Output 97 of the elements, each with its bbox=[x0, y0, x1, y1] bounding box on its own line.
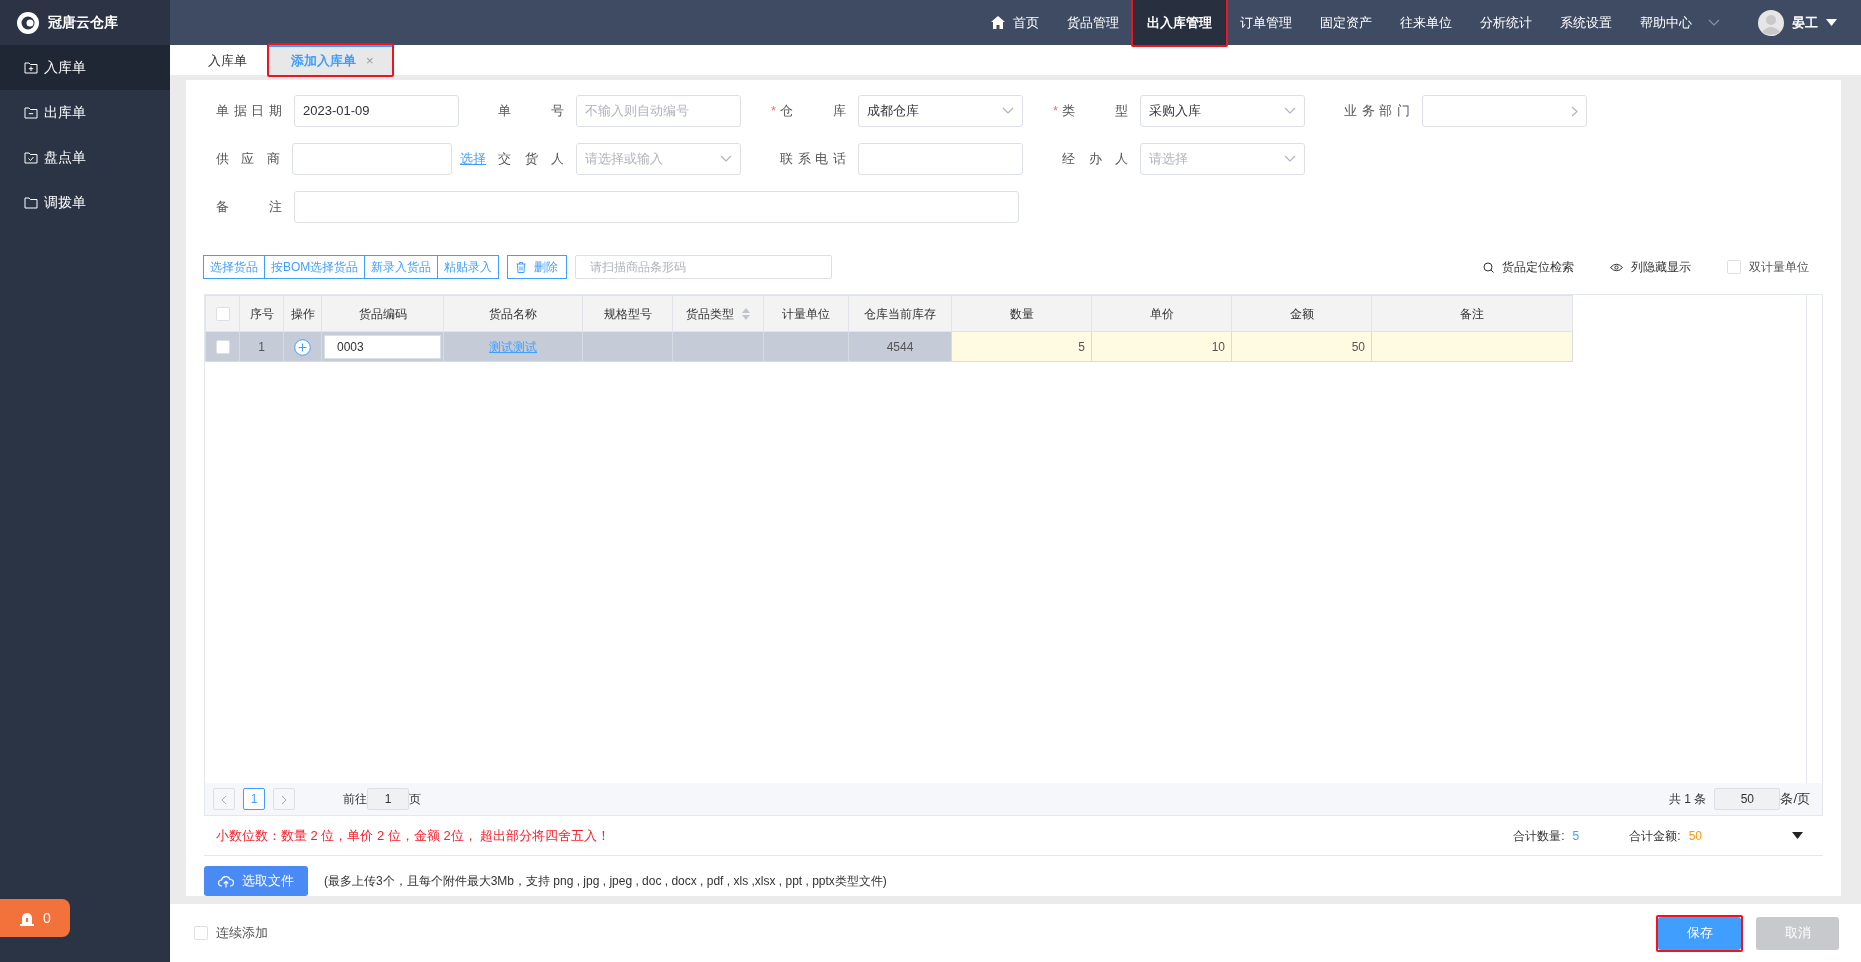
page-size-suffix: 条/页 bbox=[1780, 790, 1810, 809]
chevron-right-icon bbox=[281, 794, 287, 805]
cloud-upload-icon bbox=[218, 874, 234, 888]
field-label: 经办人 bbox=[1062, 150, 1128, 169]
goto-label: 前往 bbox=[343, 791, 367, 808]
nav-item[interactable]: 订单管理 bbox=[1226, 0, 1306, 45]
notice-text: 小数位数：数量 2 位，单价 2 位，金额 2位， 超出部分将四舍五入！ bbox=[216, 826, 611, 845]
folder-check-icon bbox=[24, 150, 38, 165]
app-name: 冠唐云仓库 bbox=[48, 13, 118, 32]
field-label: 单号 bbox=[498, 102, 564, 121]
input-field[interactable] bbox=[858, 143, 1023, 175]
column-header: 操作 bbox=[283, 295, 322, 332]
sidebar-item[interactable]: 盘点单 bbox=[0, 135, 170, 180]
toolbar-option[interactable]: 货品定位检索 bbox=[1483, 258, 1574, 276]
field-label: 交货人 bbox=[498, 150, 564, 169]
checkbox-label[interactable]: 连续添加 bbox=[216, 923, 268, 943]
table-cell: 10 bbox=[1091, 331, 1232, 362]
sidebar-item[interactable]: 出库单 bbox=[0, 90, 170, 135]
sidebar-item[interactable]: 调拨单 bbox=[0, 180, 170, 225]
folder-icon bbox=[24, 195, 38, 210]
field-label: 联系电话 bbox=[780, 150, 846, 169]
input-field[interactable] bbox=[291, 143, 452, 175]
checkbox[interactable] bbox=[215, 307, 230, 322]
column-header: 货品类型 bbox=[672, 295, 764, 332]
column-header: 规格型号 bbox=[582, 295, 673, 332]
nav-item[interactable]: 帮助中心 bbox=[1626, 0, 1734, 45]
column-header: 序号 bbox=[239, 295, 284, 332]
column-header: 备注 bbox=[1371, 295, 1573, 332]
required-mark: * bbox=[769, 102, 777, 121]
search-icon bbox=[1483, 261, 1494, 273]
column-header: 单价 bbox=[1091, 295, 1232, 332]
table-cell-input[interactable]: 0003 bbox=[324, 334, 441, 359]
avatar-icon bbox=[1758, 9, 1784, 36]
column-header: 数量 bbox=[951, 295, 1092, 332]
chevron-down-icon bbox=[1708, 18, 1720, 27]
nav-item[interactable]: 首页 bbox=[977, 0, 1053, 45]
select-field[interactable]: 采购入库 bbox=[1140, 95, 1305, 127]
toolbar-option[interactable]: 列隐藏显示 bbox=[1610, 258, 1691, 276]
column-header: 计量单位 bbox=[763, 295, 849, 332]
table-cell: 50 bbox=[1231, 331, 1372, 362]
chevron-down-icon bbox=[1284, 107, 1296, 115]
folder-minus-icon bbox=[24, 105, 38, 120]
add-icon bbox=[294, 338, 311, 356]
next-page-button[interactable] bbox=[273, 788, 295, 810]
table-cell: 4544 bbox=[848, 331, 952, 362]
chevron-down-icon bbox=[1284, 155, 1296, 163]
field-label: 仓库 bbox=[780, 102, 846, 121]
field-label: 类型 bbox=[1062, 102, 1128, 121]
select-field[interactable]: 成都仓库 bbox=[858, 95, 1023, 127]
alarm-light-icon bbox=[19, 910, 36, 926]
caret-down-icon bbox=[1792, 832, 1803, 839]
total-value: 50 bbox=[1688, 827, 1702, 845]
folder-plus-icon bbox=[24, 60, 38, 75]
total-label: 合计数量: bbox=[1513, 827, 1565, 845]
total-label: 合计金额: bbox=[1629, 827, 1681, 845]
nav-item[interactable]: 出入库管理 bbox=[1133, 0, 1226, 45]
column-header: 货品编码 bbox=[321, 295, 444, 332]
checkbox-label[interactable]: 双计量单位 bbox=[1749, 258, 1809, 276]
column-header: 货品名称 bbox=[443, 295, 583, 332]
page-size-input[interactable]: 50 bbox=[1714, 788, 1781, 810]
required-mark: * bbox=[1051, 102, 1059, 121]
nav-item[interactable]: 分析统计 bbox=[1466, 0, 1546, 45]
checkbox[interactable] bbox=[1727, 260, 1741, 274]
checkbox[interactable] bbox=[194, 926, 208, 940]
sort-icon bbox=[742, 308, 750, 321]
chevron-down-icon bbox=[720, 155, 732, 163]
sidebar-item[interactable]: 入库单 bbox=[0, 45, 170, 90]
chevron-left-icon bbox=[221, 794, 227, 805]
chevron-right-icon bbox=[1571, 105, 1578, 117]
nav-item[interactable]: 往来单位 bbox=[1386, 0, 1466, 45]
table-cell: 5 bbox=[951, 331, 1092, 362]
total-value: 5 bbox=[1572, 827, 1580, 845]
logo-icon bbox=[16, 10, 40, 35]
input-field[interactable]: 2023-01-09 bbox=[294, 95, 459, 127]
user-name[interactable]: 晏工 bbox=[1792, 12, 1818, 33]
eye-icon bbox=[1610, 262, 1623, 272]
column-header: 仓库当前库存 bbox=[848, 295, 952, 332]
goto-suffix: 页 bbox=[409, 791, 421, 808]
field-label: 业务部门 bbox=[1344, 102, 1410, 121]
caret-down-icon bbox=[1826, 19, 1837, 26]
column-header: 金额 bbox=[1231, 295, 1372, 332]
nav-item[interactable]: 系统设置 bbox=[1546, 0, 1626, 45]
field-label: 备注 bbox=[216, 198, 282, 217]
home-icon bbox=[991, 16, 1005, 29]
nav-item[interactable]: 固定资产 bbox=[1306, 0, 1386, 45]
select-field[interactable] bbox=[1422, 95, 1587, 127]
prev-page-button[interactable] bbox=[213, 788, 235, 810]
trash-icon bbox=[516, 261, 527, 273]
chevron-down-icon bbox=[1002, 107, 1014, 115]
page-input[interactable]: 1 bbox=[367, 788, 409, 810]
upload-hint: (最多上传3个，且每个附件最大3Mb，支持 png , jpg , jpeg , doc , docx , pdf , xls ,xlsx , ppt , pptx类型文件) bbox=[324, 873, 887, 890]
checkbox[interactable] bbox=[215, 340, 230, 355]
total-count: 共 1 条 bbox=[1669, 791, 1707, 808]
input-field[interactable] bbox=[294, 191, 1019, 223]
nav-item[interactable]: 货品管理 bbox=[1053, 0, 1133, 45]
field-label: 单据日期 bbox=[216, 102, 282, 121]
field-label: 供应商 bbox=[215, 150, 280, 169]
